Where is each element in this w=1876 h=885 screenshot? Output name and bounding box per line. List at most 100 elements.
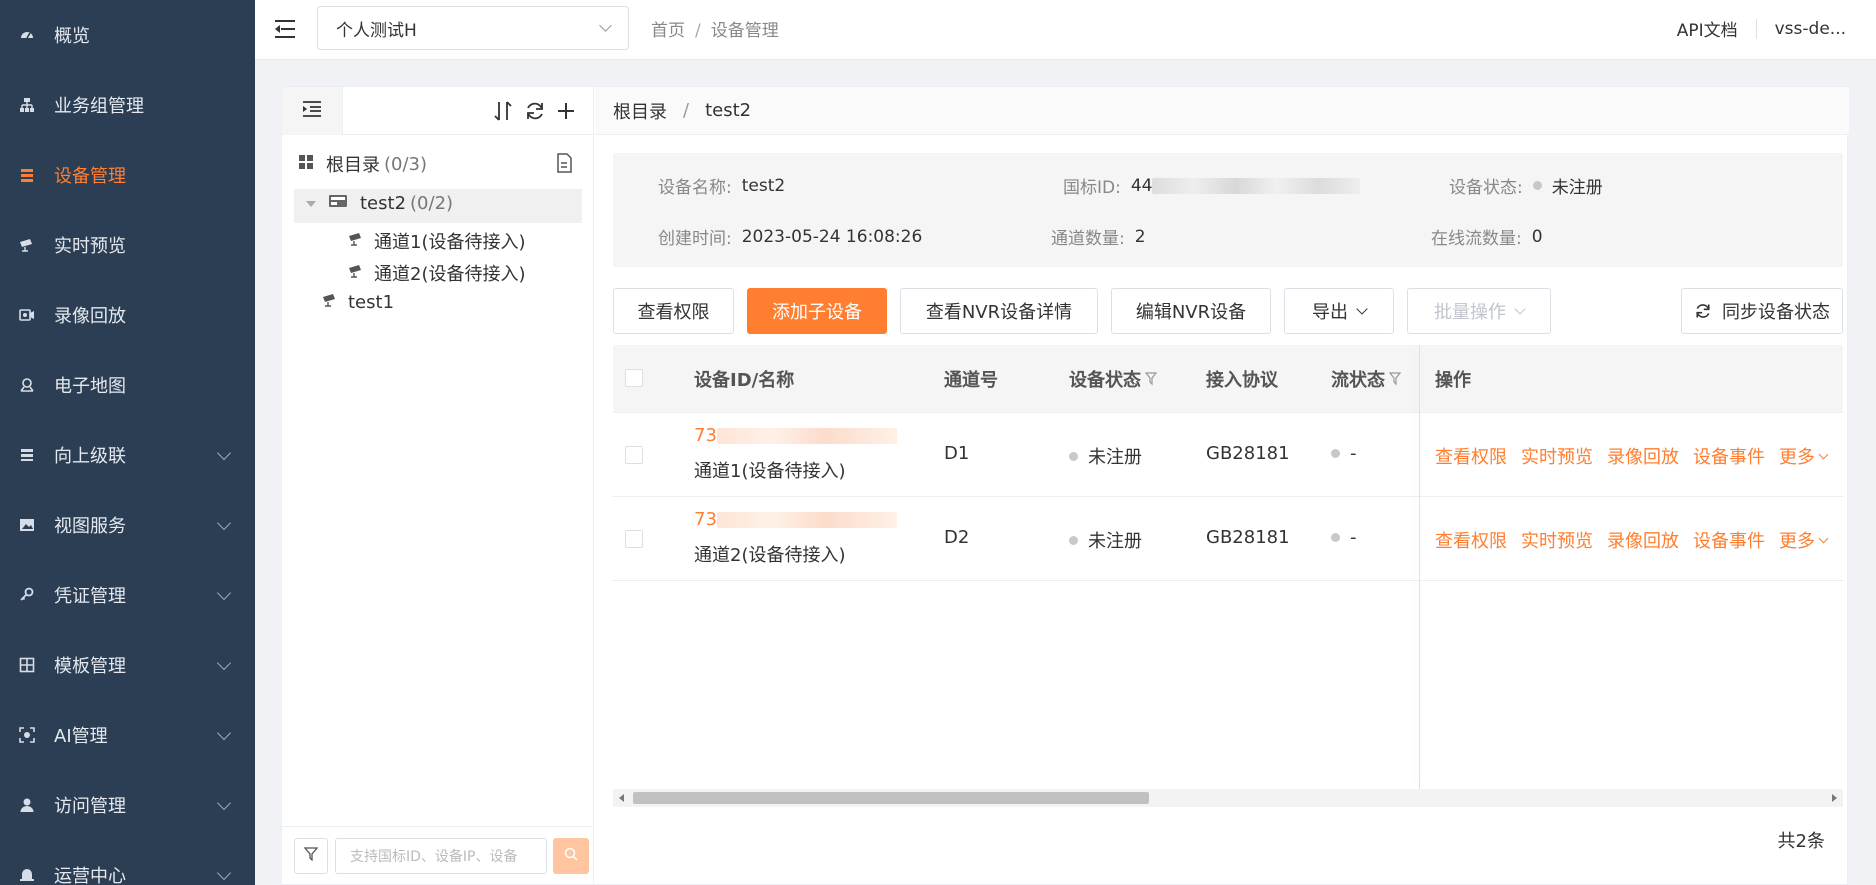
sidebar-item-business-group[interactable]: 业务组管理 [0,70,255,140]
row-checkbox[interactable] [625,530,643,548]
user-menu[interactable]: vss-de... [1775,19,1846,39]
status-dot [1532,181,1542,190]
device-events-link[interactable]: 设备事件 [1693,527,1765,553]
view-permission-button[interactable]: 查看权限 [613,288,734,334]
tree-collapse-tab[interactable] [282,87,343,135]
chevron-down-icon [1514,302,1526,315]
org-select-value: 个人测试H [336,20,417,41]
user-icon [18,796,36,814]
sidebar-item-label: 实时预览 [54,236,126,257]
tree-node-channel-1[interactable]: 通道1(设备待接入) [348,228,526,254]
sidebar-item-view-service[interactable]: 视图服务 [0,490,255,560]
sidebar-item-label: 视图服务 [54,516,126,537]
breadcrumb-root[interactable]: 根目录 [613,98,667,124]
filter-icon[interactable] [1145,372,1157,386]
batch-operation-dropdown[interactable]: 批量操作 [1407,288,1551,334]
sidebar-item-label: 运营中心 [54,866,126,885]
col-status[interactable]: 设备状态 [1069,345,1157,413]
more-link[interactable]: 更多 [1779,443,1829,469]
sidebar-item-credentials[interactable]: 凭证管理 [0,560,255,630]
info-gb-id: 国标ID: 44 [1063,173,1361,198]
export-file-icon[interactable] [556,153,574,178]
camera-icon [348,263,364,284]
live-preview-link[interactable]: 实时预览 [1521,443,1593,469]
sync-status-button[interactable]: 同步设备状态 [1681,288,1843,334]
select-all-checkbox[interactable] [625,369,643,387]
sidebar-item-ai[interactable]: AI管理 [0,700,255,770]
detail-breadcrumb: 根目录 / test2 [595,87,1849,135]
sidebar-item-templates[interactable]: 模板管理 [0,630,255,700]
caret-down-icon [306,200,316,207]
scroll-thumb[interactable] [633,792,1149,804]
edit-nvr-button[interactable]: 编辑NVR设备 [1111,288,1271,334]
tree-node-label: test1 [348,292,395,313]
tree-search-input[interactable]: 支持国标ID、设备IP、设备 [335,838,547,874]
filter-icon[interactable] [1389,372,1401,386]
view-permission-link[interactable]: 查看权限 [1435,527,1507,553]
sidebar: 概览 业务组管理 设备管理 实时预览 录像回放 电子地图 向上级联 视图服务 凭… [0,0,255,885]
row-device-id[interactable]: 73 [694,425,897,446]
filter-button[interactable] [294,838,328,874]
chevron-down-icon [216,585,232,601]
tree-node-channel-2[interactable]: 通道2(设备待接入) [348,260,526,286]
horizontal-scrollbar[interactable] [613,789,1843,807]
info-device-name: 设备名称: test2 [658,175,786,199]
redacted-value [716,511,897,528]
sort-icon[interactable] [491,99,515,123]
add-icon[interactable] [554,99,578,123]
chevron-down-icon [216,865,232,881]
redacted-value [1152,177,1361,194]
playback-link[interactable]: 录像回放 [1607,527,1679,553]
device-list-icon [18,166,36,184]
col-stream-status[interactable]: 流状态 [1331,345,1401,413]
add-child-device-button[interactable]: 添加子设备 [747,288,887,334]
camera-icon [18,236,36,254]
tree-search-bar: 支持国标ID、设备IP、设备 [282,826,594,885]
playback-link[interactable]: 录像回放 [1607,443,1679,469]
sidebar-item-label: 业务组管理 [54,96,144,117]
sidebar-item-playback[interactable]: 录像回放 [0,280,255,350]
org-tree-icon [18,96,36,114]
refresh-icon[interactable] [523,99,547,123]
tree-node-count: (0/2) [410,193,454,214]
export-dropdown[interactable]: 导出 [1284,288,1394,334]
row-device-id[interactable]: 73 [694,509,897,530]
nvr-detail-button[interactable]: 查看NVR设备详情 [900,288,1098,334]
sidebar-item-access[interactable]: 访问管理 [0,770,255,840]
search-button[interactable] [553,838,589,874]
tree-node-test2[interactable]: test2 (0/2) [306,193,453,214]
sidebar-item-operations[interactable]: 运营中心 [0,840,255,885]
video-record-icon [18,306,36,324]
sidebar-item-e-map[interactable]: 电子地图 [0,350,255,420]
apps-icon [298,154,314,175]
scroll-right-icon[interactable] [1832,794,1837,802]
sidebar-item-cascade[interactable]: 向上级联 [0,420,255,490]
status-dot [1331,533,1340,542]
sidebar-item-live-preview[interactable]: 实时预览 [0,210,255,280]
scroll-left-icon[interactable] [619,794,624,802]
chevron-down-icon [216,445,232,461]
breadcrumb-home[interactable]: 首页 [651,21,685,41]
breadcrumb-current: 设备管理 [710,21,779,41]
tree-node-label: 通道1(设备待接入) [374,232,526,253]
chevron-down-icon [599,19,612,32]
sidebar-item-overview[interactable]: 概览 [0,0,255,70]
view-permission-link[interactable]: 查看权限 [1435,443,1507,469]
api-docs-link[interactable]: API文档 [1677,16,1738,41]
row-device-name: 通道2(设备待接入) [694,545,846,566]
org-select[interactable]: 个人测试H [317,6,629,50]
menu-toggle-icon[interactable] [275,18,299,40]
tree-root-label: 根目录 [326,155,380,176]
row-checkbox[interactable] [625,446,643,464]
chevron-down-icon [216,725,232,741]
live-preview-link[interactable]: 实时预览 [1521,527,1593,553]
info-created-time: 创建时间: 2023-05-24 16:08:26 [658,226,923,250]
device-events-link[interactable]: 设备事件 [1693,443,1765,469]
tree-node-label: 通道2(设备待接入) [374,264,526,285]
tree-node-test1[interactable]: test1 [322,292,394,313]
sidebar-item-device-management[interactable]: 设备管理 [0,140,255,210]
more-link[interactable]: 更多 [1779,527,1829,553]
header-right: API文档 vss-de... [1677,16,1846,41]
tree-root-count: (0/3) [384,153,428,175]
tree-root[interactable]: 根目录 (0/3) [298,151,578,177]
